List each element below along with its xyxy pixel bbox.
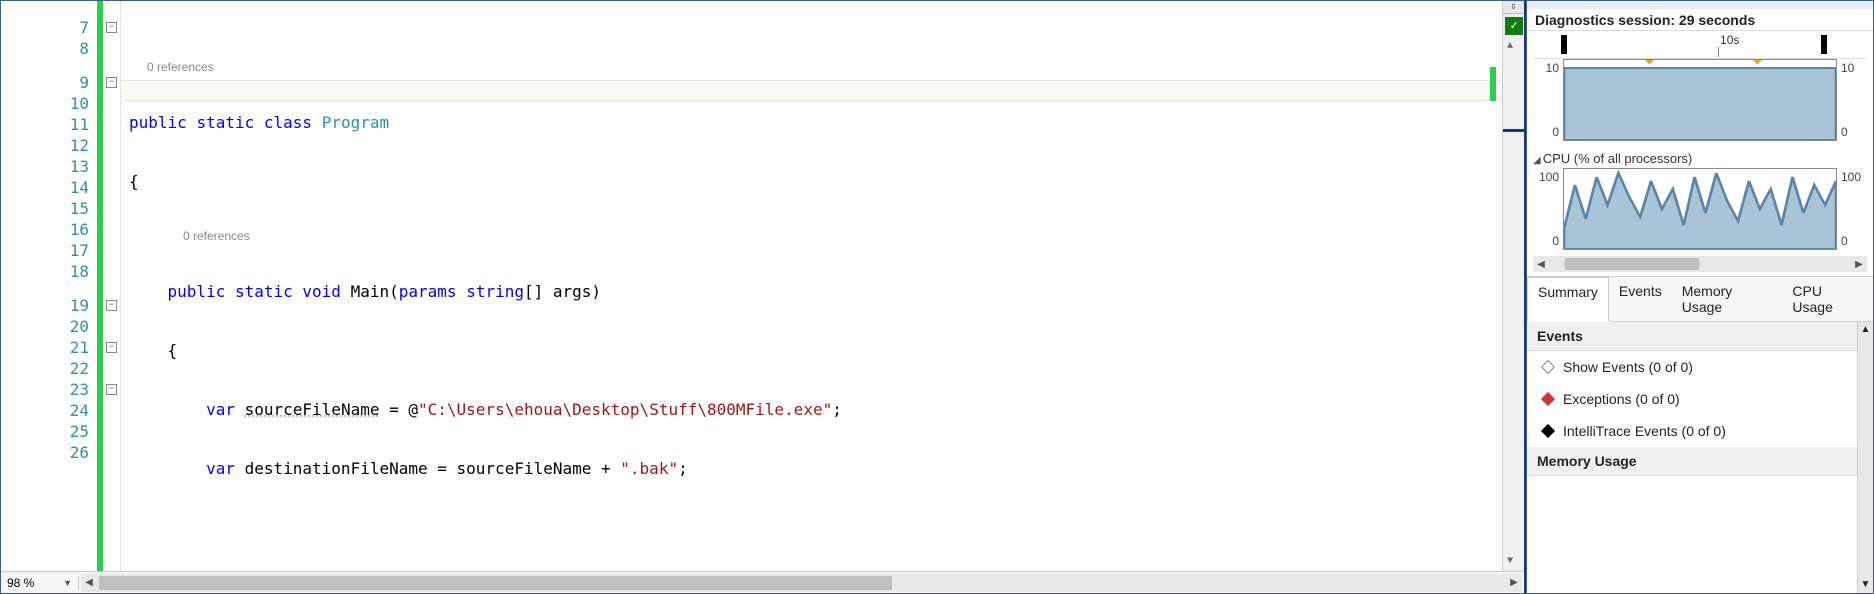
scroll-overview[interactable]: ⇕ ✓ ▲ ▼ xyxy=(1502,1,1524,571)
line-number: 16 xyxy=(1,219,97,240)
timeline-end-marker[interactable] xyxy=(1821,35,1827,54)
line-number: 18 xyxy=(1,261,97,282)
show-events-link[interactable]: Show Events (0 of 0) xyxy=(1527,351,1857,383)
exceptions-link[interactable]: Exceptions (0 of 0) xyxy=(1527,383,1857,415)
diagnostics-vscroll[interactable]: ▲ ▼ xyxy=(1857,322,1873,593)
caret-marker xyxy=(1503,129,1524,132)
scroll-down-icon[interactable]: ▼ xyxy=(1507,556,1513,567)
y-max: 10 xyxy=(1533,61,1559,75)
line-number: 26 xyxy=(1,442,97,463)
scroll-down-icon[interactable]: ▼ xyxy=(1858,577,1873,593)
line-number: 21 xyxy=(1,337,97,358)
tab-memory-usage[interactable]: Memory Usage xyxy=(1672,277,1783,321)
fold-toggle-icon[interactable]: − xyxy=(106,77,117,88)
code-line: var sourceFileName = @"C:\Users\ehoua\De… xyxy=(129,399,1502,420)
y-min: 0 xyxy=(1841,125,1867,139)
codelens-references[interactable]: 0 references xyxy=(129,61,1502,74)
line-number: 11 xyxy=(1,114,97,135)
y-max: 100 xyxy=(1841,170,1867,184)
code-editor-pane: 7 8 9 10 11 12 13 14 15 16 17 18 19 20 2… xyxy=(0,0,1526,594)
code-line: public static class Program xyxy=(129,112,1502,133)
y-min: 0 xyxy=(1533,234,1559,248)
line-number: 22 xyxy=(1,358,97,379)
y-min: 0 xyxy=(1533,125,1559,139)
diagnostics-pane: Diagnostics session: 29 seconds 10s 10 0… xyxy=(1526,0,1874,594)
diagnostics-hscroll[interactable]: ◀ ▶ xyxy=(1533,256,1867,272)
fold-margin[interactable]: − − − − − xyxy=(103,1,121,571)
scroll-up-icon[interactable]: ▲ xyxy=(1858,322,1873,338)
fold-toggle-icon[interactable]: − xyxy=(106,300,117,311)
timeline-ruler[interactable]: 10s xyxy=(1533,31,1867,59)
line-number: 20 xyxy=(1,316,97,337)
line-number: 25 xyxy=(1,421,97,442)
line-number: 23 xyxy=(1,379,97,400)
line-number: 10 xyxy=(1,93,97,114)
scroll-left-icon[interactable]: ◀ xyxy=(81,574,97,592)
zoom-dropdown[interactable]: 98 % ▼ xyxy=(1,576,79,590)
intellitrace-icon xyxy=(1541,424,1555,438)
line-number: 24 xyxy=(1,400,97,421)
scrollbar-thumb[interactable] xyxy=(99,576,892,590)
line-number: 19 xyxy=(1,295,97,316)
code-line: { xyxy=(129,171,1502,192)
line-number: 13 xyxy=(1,156,97,177)
diagnostics-session-header: Diagnostics session: 29 seconds xyxy=(1527,9,1873,31)
intellitrace-link[interactable]: IntelliTrace Events (0 of 0) xyxy=(1527,415,1857,447)
split-window-icon[interactable]: ⇕ xyxy=(1503,1,1524,14)
editor-statusbar: 98 % ▼ ◀ ▶ xyxy=(1,571,1524,593)
code-line xyxy=(129,517,1502,538)
tab-events[interactable]: Events xyxy=(1609,277,1672,321)
scroll-left-icon[interactable]: ◀ xyxy=(1533,256,1549,272)
code-line: public static void Main(params string[] … xyxy=(129,281,1502,302)
scroll-up-icon[interactable]: ▲ xyxy=(1507,41,1513,52)
code-text[interactable]: 0 references public static class Program… xyxy=(121,1,1502,571)
line-number: 9 xyxy=(1,72,97,93)
zoom-value: 98 % xyxy=(7,576,34,590)
line-number: 12 xyxy=(1,135,97,156)
horizontal-scrollbar[interactable]: ◀ ▶ xyxy=(81,574,1522,592)
cpu-chart[interactable]: 100 0 100 0 xyxy=(1533,168,1867,250)
memory-section-header: Memory Usage xyxy=(1527,447,1857,476)
scrollbar-thumb[interactable] xyxy=(1565,258,1699,270)
line-number: 8 xyxy=(1,38,97,59)
no-errors-icon: ✓ xyxy=(1505,17,1523,35)
code-area[interactable]: 7 8 9 10 11 12 13 14 15 16 17 18 19 20 2… xyxy=(1,1,1524,571)
line-number: 14 xyxy=(1,177,97,198)
fold-toggle-icon[interactable]: − xyxy=(106,22,117,33)
line-number-gutter: 7 8 9 10 11 12 13 14 15 16 17 18 19 20 2… xyxy=(1,1,97,571)
timeline-start-marker[interactable] xyxy=(1561,35,1567,54)
cpu-chart-title[interactable]: ◢CPU (% of all processors) xyxy=(1533,151,1867,166)
fold-toggle-icon[interactable]: − xyxy=(106,342,117,353)
line-number: 7 xyxy=(1,17,97,38)
fold-toggle-icon[interactable]: − xyxy=(106,384,117,395)
line-number: 15 xyxy=(1,198,97,219)
events-section-header: Events xyxy=(1527,322,1857,351)
code-line: var destinationFileName = sourceFileName… xyxy=(129,458,1502,479)
chevron-down-icon: ▼ xyxy=(63,578,72,588)
diagnostics-tabs: Summary Events Memory Usage CPU Usage xyxy=(1527,276,1873,322)
code-line: { xyxy=(129,340,1502,361)
tab-summary[interactable]: Summary xyxy=(1527,277,1609,322)
y-max: 100 xyxy=(1533,170,1559,184)
right-change-margin xyxy=(1490,1,1496,571)
y-max: 10 xyxy=(1841,61,1867,75)
scroll-right-icon[interactable]: ▶ xyxy=(1851,256,1867,272)
expand-toggle-icon[interactable]: ◢ xyxy=(1533,155,1541,166)
scroll-right-icon[interactable]: ▶ xyxy=(1506,574,1522,592)
timeline-tick-label: 10s xyxy=(1720,33,1739,47)
events-icon xyxy=(1541,360,1555,374)
codelens-references[interactable]: 0 references xyxy=(129,230,1502,243)
exception-icon xyxy=(1541,392,1555,406)
line-number: 17 xyxy=(1,240,97,261)
memory-chart[interactable]: 10 0 10 0 xyxy=(1533,59,1867,141)
tab-cpu-usage[interactable]: CPU Usage xyxy=(1782,277,1873,321)
y-min: 0 xyxy=(1841,234,1867,248)
